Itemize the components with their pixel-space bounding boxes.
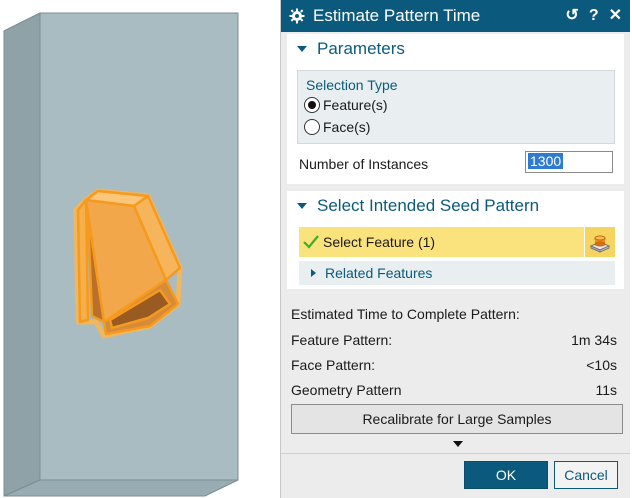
number-of-instances-input[interactable]: 1300 <box>525 151 613 173</box>
estimated-time-title: Estimated Time to Complete Pattern: <box>291 306 617 322</box>
select-feature-icon[interactable] <box>584 227 615 257</box>
model-view <box>3 12 239 497</box>
estimate-row: Face Pattern: <10s <box>291 357 617 373</box>
number-of-instances-label: Number of Instances <box>299 156 429 172</box>
radio-unselected-icon <box>304 119 320 135</box>
select-feature-label: Select Feature (1) <box>323 234 436 250</box>
estimate-row: Geometry Pattern 11s <box>291 382 617 398</box>
radio-faces[interactable]: Face(s) <box>304 119 370 135</box>
number-of-instances-value: 1300 <box>528 153 564 169</box>
panel-bottom-face <box>3 479 239 497</box>
recalibrate-button[interactable]: Recalibrate for Large Samples <box>291 404 623 434</box>
ok-button[interactable]: OK <box>464 461 548 489</box>
close-icon[interactable]: ✕ <box>609 8 622 24</box>
selection-type-group: Selection Type Feature(s) Face(s) <box>297 70 615 144</box>
estimate-row-value: 11s <box>595 382 617 398</box>
help-icon[interactable]: ? <box>589 8 599 24</box>
estimate-pattern-time-dialog: Estimate Pattern Time ↺ ? ✕ Parameters S… <box>280 0 630 498</box>
dialog-title: Estimate Pattern Time <box>313 6 481 25</box>
cancel-button[interactable]: Cancel <box>554 461 618 489</box>
seed-pattern-header[interactable]: Select Intended Seed Pattern <box>287 191 624 221</box>
parameters-header[interactable]: Parameters <box>287 34 624 64</box>
estimated-time-title-label: Estimated Time to Complete Pattern: <box>291 306 520 322</box>
chevron-down-icon <box>297 203 307 209</box>
related-features-label: Related Features <box>325 265 433 281</box>
radio-features-label: Feature(s) <box>323 97 388 113</box>
estimate-row: Feature Pattern: 1m 34s <box>291 332 617 348</box>
chevron-right-icon <box>311 269 316 277</box>
parameters-header-label: Parameters <box>317 39 405 58</box>
chevron-down-icon <box>297 46 307 52</box>
reset-icon[interactable]: ↺ <box>565 8 578 24</box>
graphics-viewport[interactable] <box>0 0 280 498</box>
selection-type-label: Selection Type <box>306 77 398 93</box>
gear-icon <box>289 8 305 24</box>
estimate-row-label: Feature Pattern: <box>291 332 393 348</box>
expand-more-icon[interactable] <box>453 441 463 447</box>
radio-faces-label: Face(s) <box>323 119 371 135</box>
estimate-row-value: 1m 34s <box>571 332 617 348</box>
radio-selected-icon <box>304 97 320 113</box>
related-features-row[interactable]: Related Features <box>299 261 615 285</box>
dialog-titlebar[interactable]: Estimate Pattern Time ↺ ? ✕ <box>281 0 630 32</box>
seed-pattern-section: Select Intended Seed Pattern Select Feat… <box>287 191 624 289</box>
parameters-section: Parameters Selection Type Feature(s) Fac… <box>287 34 624 184</box>
select-feature-row[interactable]: Select Feature (1) <box>299 227 615 257</box>
panel-side-face <box>3 12 41 497</box>
estimate-row-label: Geometry Pattern <box>291 382 402 398</box>
titlebar-tools: ↺ ? ✕ <box>565 0 622 32</box>
estimate-row-label: Face Pattern: <box>291 357 376 373</box>
footer-divider <box>281 453 630 454</box>
seed-pattern-header-label: Select Intended Seed Pattern <box>317 196 540 215</box>
estimate-row-value: <10s <box>586 357 617 373</box>
radio-features[interactable]: Feature(s) <box>304 97 388 113</box>
checkmark-icon <box>303 235 319 249</box>
